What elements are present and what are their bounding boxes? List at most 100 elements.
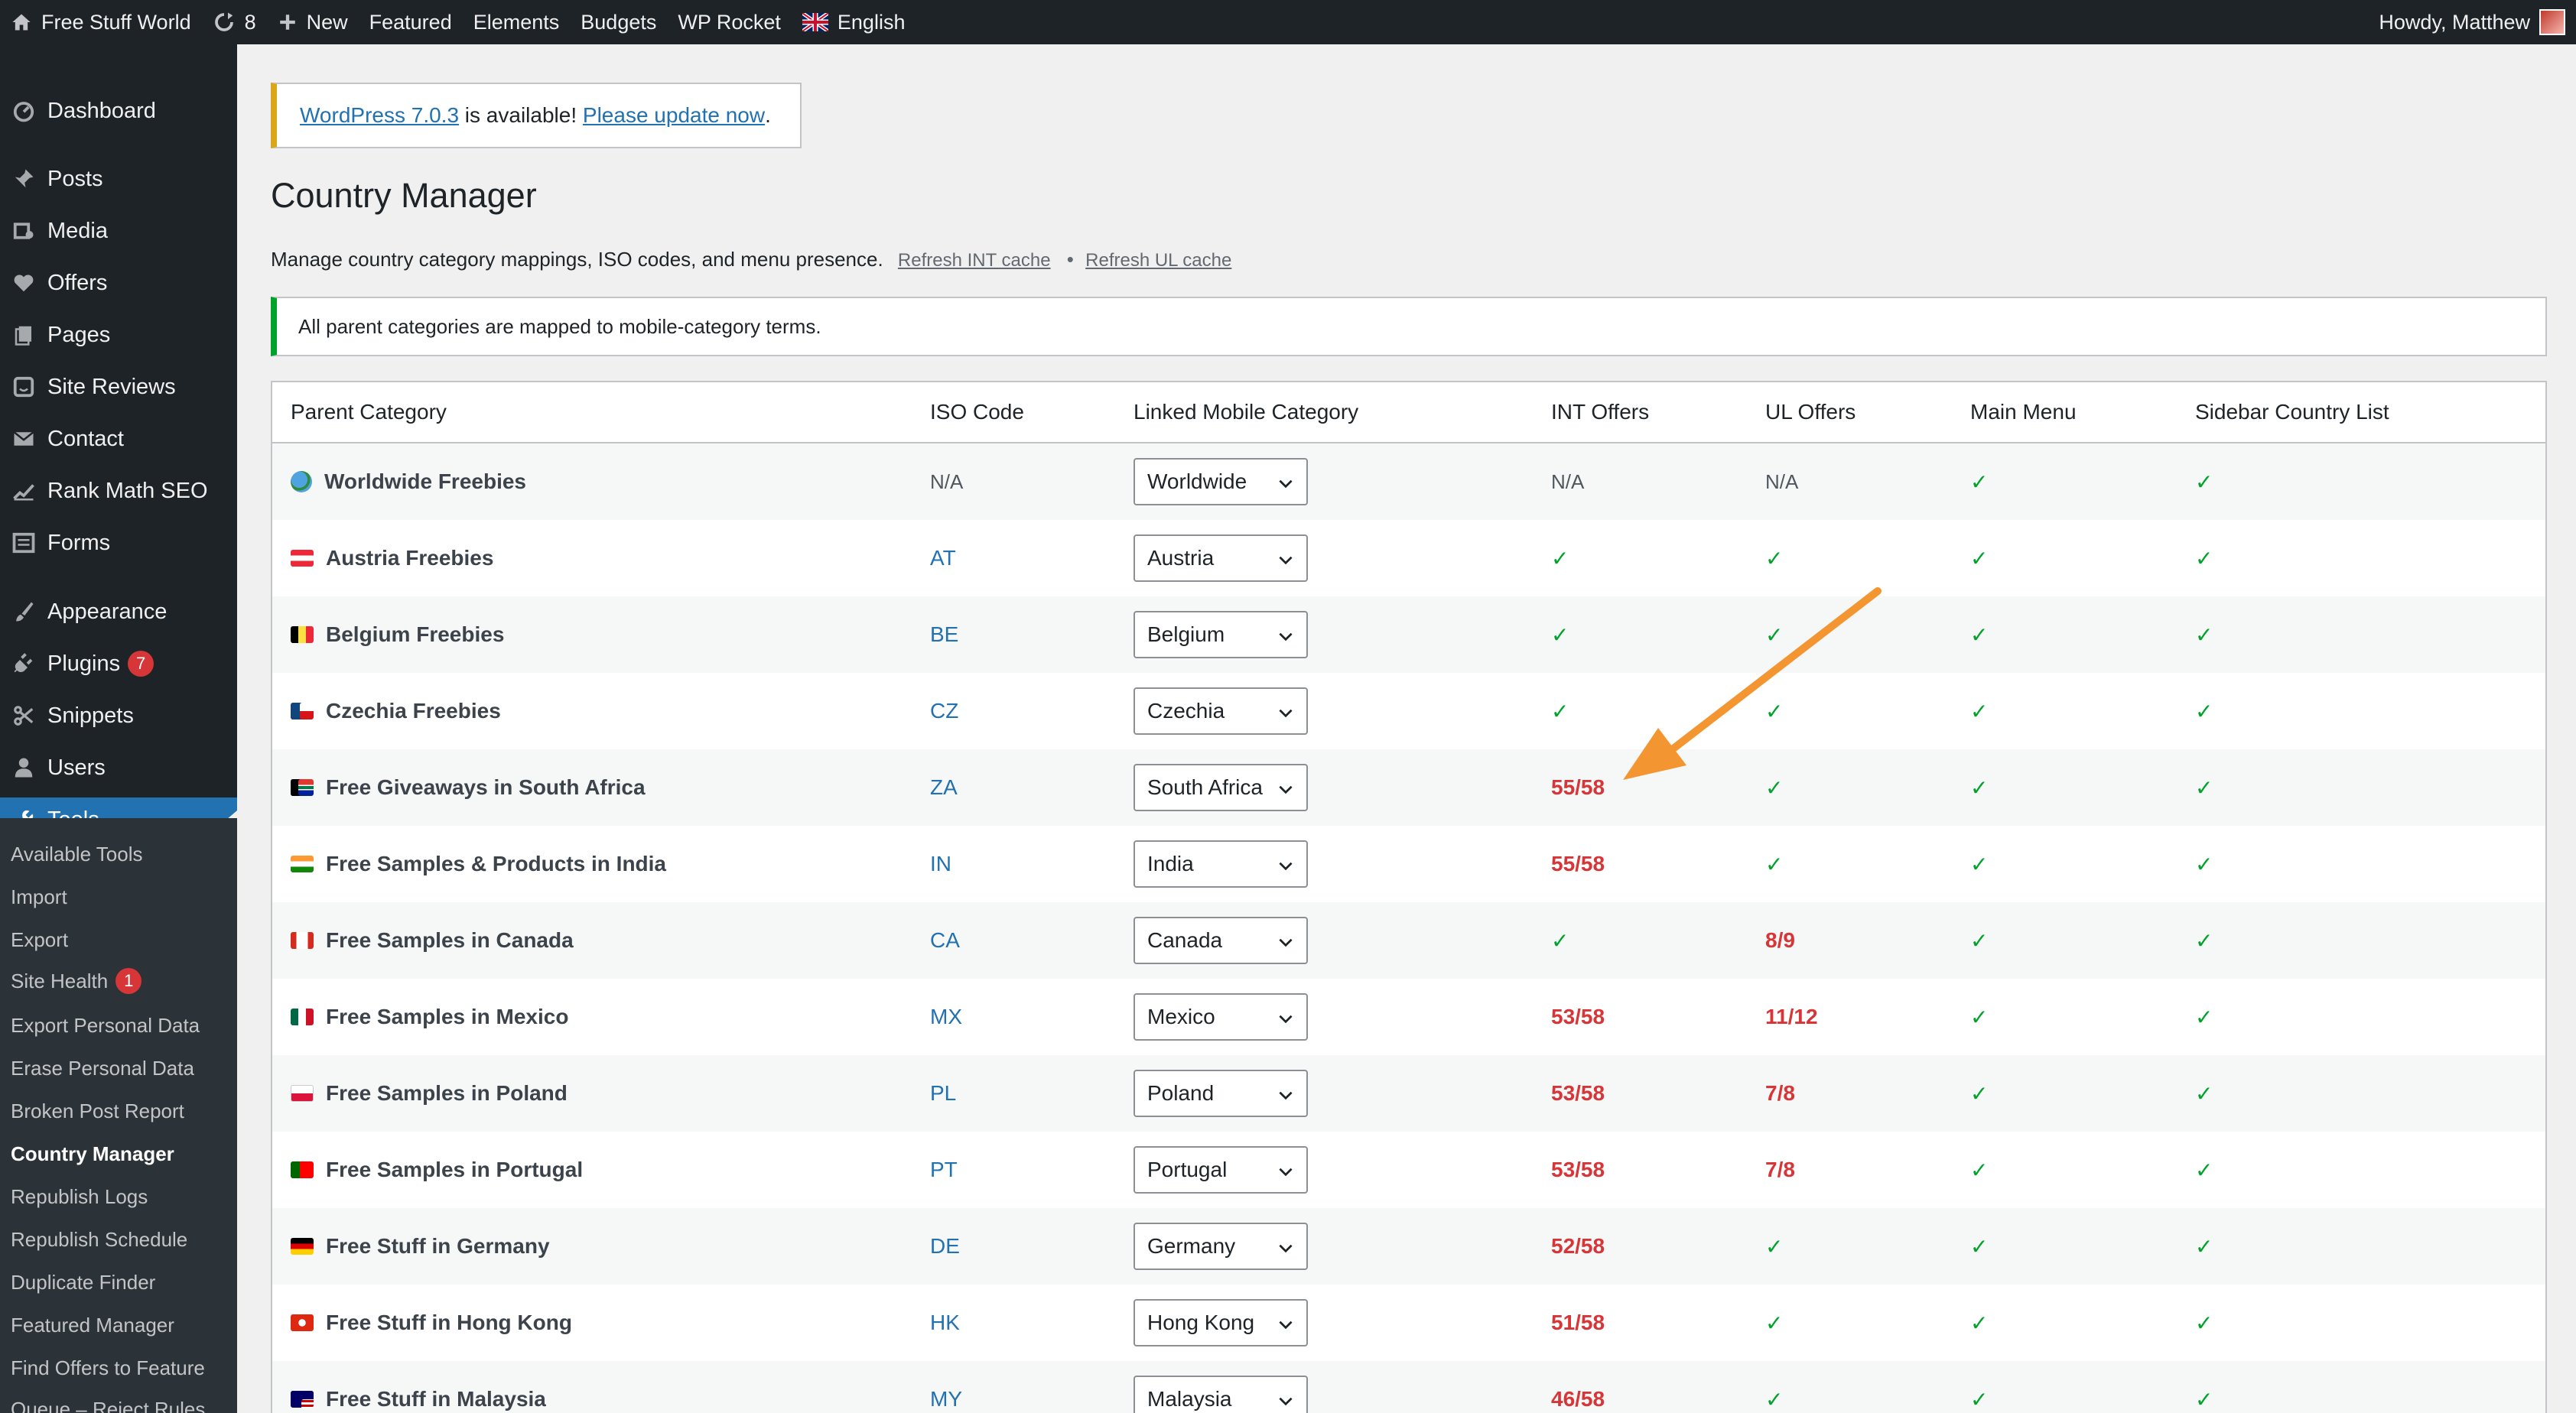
ul-offers-check-icon: ✓ [1765,1234,1784,1259]
mobile-category-select[interactable]: Mexico [1134,993,1308,1041]
refresh-int-cache-link[interactable]: Refresh INT cache [898,250,1051,271]
submenu-export[interactable]: Export [11,928,68,952]
iso-code[interactable]: AT [930,546,956,570]
adminbar-wp-rocket[interactable]: WP Rocket [667,0,792,44]
mobile-category-cell: Poland [1134,1070,1308,1117]
submenu-broken-post-report[interactable]: Broken Post Report [11,1100,184,1123]
submenu-queue[interactable]: Queue – Reject Rules [11,1398,205,1413]
menu-dashboard[interactable]: Dashboard [0,89,237,133]
uk-flag-icon [802,13,828,31]
menu-snippets-label: Snippets [47,703,134,728]
sidebar-list-check-icon: ✓ [2195,852,2213,876]
mobile-category-select[interactable]: Canada [1134,917,1308,964]
submenu-duplicate-finder[interactable]: Duplicate Finder [11,1271,155,1294]
int-offers-value: 51/58 [1551,1311,1605,1334]
iso-code[interactable]: BE [930,622,958,647]
main-menu-check-icon: ✓ [1970,852,1989,876]
iso-code[interactable]: HK [930,1311,960,1335]
mobile-category-select[interactable]: South Africa [1134,764,1308,811]
menu-snippets[interactable]: Snippets [0,694,237,738]
menu-forms[interactable]: Forms [0,521,237,565]
ul-offers-value: N/A [1765,469,1799,493]
mobile-category-select[interactable]: Worldwide [1134,458,1308,505]
plus-icon [279,15,295,30]
main-menu-check-icon: ✓ [1970,1158,1989,1182]
menu-appearance[interactable]: Appearance [0,590,237,634]
parent-category-name: Free Samples & Products in India [326,852,667,875]
mobile-category-select[interactable]: Malaysia [1134,1376,1308,1413]
separator-dot: • [1066,248,1074,271]
parent-category-cell: Free Samples in Poland [291,1081,568,1106]
mobile-category-select[interactable]: Czechia [1134,687,1308,735]
iso-code[interactable]: DE [930,1234,960,1259]
int-offers-value: 53/58 [1551,1158,1605,1181]
site-health-badge: 1 [115,968,142,994]
update-now-link[interactable]: Please update now [583,103,765,128]
menu-plugins[interactable]: Plugins 7 [0,642,237,686]
submenu-site-health[interactable]: Site Health 1 [11,968,142,994]
submenu-republish-schedule[interactable]: Republish Schedule [11,1228,187,1252]
main-menu-check-icon: ✓ [1970,1387,1989,1411]
submenu-republish-logs[interactable]: Republish Logs [11,1185,148,1209]
updates-link[interactable]: 8 [202,0,267,44]
table-row: Free Samples in Canada CA Canada ✓ 8/9 ✓ ✓ [272,902,2545,979]
mobile-category-select[interactable]: India [1134,840,1308,888]
menu-forms-label: Forms [47,530,111,555]
site-name-link[interactable]: Free Stuff World [0,0,202,44]
mobile-category-select[interactable]: Portugal [1134,1146,1308,1194]
chevron-down-icon [1279,1244,1293,1253]
adminbar-elements[interactable]: Elements [463,0,571,44]
iso-code[interactable]: MY [930,1387,962,1411]
menu-pages[interactable]: Pages [0,313,237,357]
submenu-country-manager[interactable]: Country Manager [11,1142,174,1166]
menu-media[interactable]: Media [0,209,237,253]
mobile-category-select[interactable]: Belgium [1134,611,1308,658]
mobile-category-select[interactable]: Hong Kong [1134,1299,1308,1346]
int-offers-value: N/A [1551,469,1585,493]
mobile-category-select[interactable]: Poland [1134,1070,1308,1117]
pages-icon [0,323,47,346]
refresh-ul-cache-link[interactable]: Refresh UL cache [1085,250,1231,271]
iso-code[interactable]: PT [930,1158,958,1182]
main-menu-check-icon: ✓ [1970,1311,1989,1335]
submenu-available-tools[interactable]: Available Tools [11,843,143,866]
my-account[interactable]: Howdy, Matthew [2368,0,2576,44]
submenu-export-personal-data[interactable]: Export Personal Data [11,1014,200,1038]
forms-icon [0,531,47,554]
iso-code[interactable]: CA [930,928,960,953]
menu-contact[interactable]: Contact [0,417,237,461]
iso-code[interactable]: IN [930,852,951,876]
submenu-find-offers[interactable]: Find Offers to Feature [11,1356,205,1380]
table-row: Czechia Freebies CZ Czechia ✓ ✓ ✓ ✓ [272,673,2545,749]
iso-code[interactable]: ZA [930,775,958,800]
main-menu-check-icon: ✓ [1970,1005,1989,1029]
chevron-down-icon [1279,862,1293,871]
menu-posts[interactable]: Posts [0,157,237,201]
language-switcher[interactable]: English [792,0,916,44]
submenu-featured-manager[interactable]: Featured Manager [11,1314,174,1337]
new-content-link[interactable]: New [267,0,359,44]
parent-category-cell: Free Samples in Mexico [291,1005,568,1029]
wordpress-version-link[interactable]: WordPress 7.0.3 [300,103,459,128]
adminbar-featured[interactable]: Featured [359,0,463,44]
menu-users[interactable]: Users [0,745,237,790]
iso-code[interactable]: CZ [930,699,958,723]
main-menu-check-icon: ✓ [1970,622,1989,647]
iso-code[interactable]: MX [930,1005,962,1029]
main-menu-check-icon: ✓ [1970,469,1989,494]
sidebar-list-check-icon: ✓ [2195,699,2213,723]
header-parent-category: Parent Category [291,400,447,424]
country-flag-icon [291,932,314,949]
menu-offers[interactable]: Offers [0,261,237,305]
adminbar-featured-label: Featured [369,10,452,34]
submenu-import[interactable]: Import [11,885,67,909]
description-text: Manage country category mappings, ISO co… [271,248,883,271]
iso-code[interactable]: PL [930,1081,956,1106]
submenu-erase-personal-data[interactable]: Erase Personal Data [11,1057,194,1080]
menu-site-reviews[interactable]: Site Reviews [0,365,237,409]
adminbar-budgets[interactable]: Budgets [570,0,667,44]
mobile-category-select[interactable]: Germany [1134,1223,1308,1270]
mobile-category-select[interactable]: Austria [1134,534,1308,582]
menu-rank-math[interactable]: Rank Math SEO [0,469,237,513]
mobile-category-cell: Czechia [1134,687,1308,735]
